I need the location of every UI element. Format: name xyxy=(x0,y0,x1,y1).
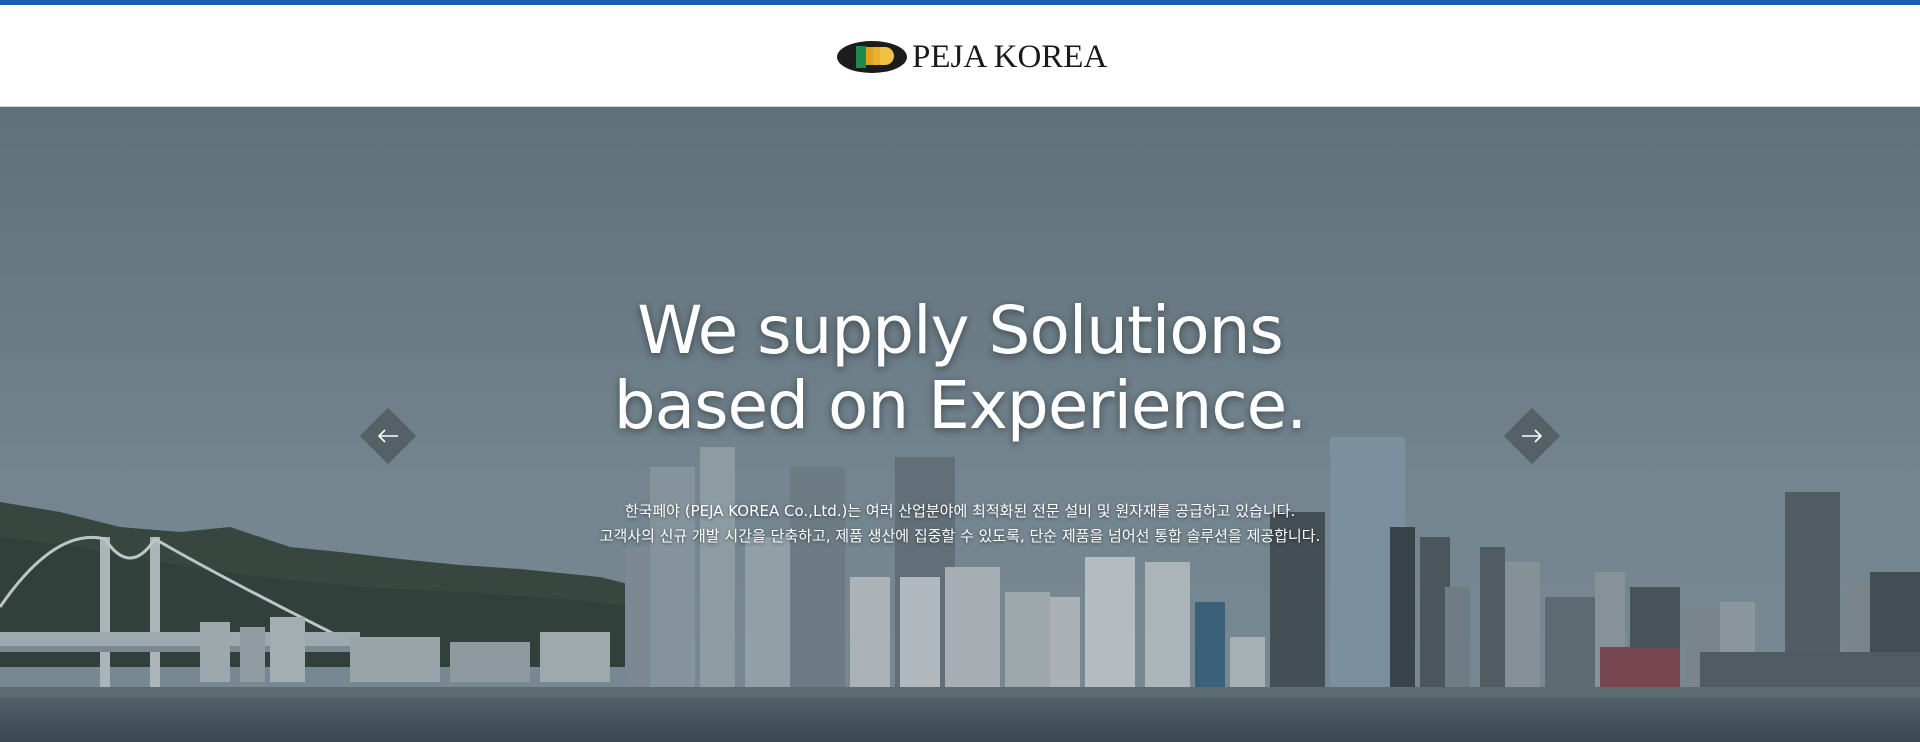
site-header: PEJA KOREA xyxy=(0,5,1920,107)
hero-title-line-2: based on Experience. xyxy=(613,367,1307,444)
hero-title-line-1: We supply Solutions xyxy=(637,292,1284,369)
arrow-left-icon xyxy=(368,416,408,456)
slider-prev-button[interactable] xyxy=(359,407,417,465)
brand-logo[interactable]: PEJA KOREA xyxy=(836,35,1107,79)
arrow-right-icon xyxy=(1512,416,1552,456)
hero-description: 한국페야 (PEJA KOREA Co.,Ltd.)는 여러 산업분야에 최적화… xyxy=(460,499,1460,549)
hero-slider: We supply Solutions based on Experience.… xyxy=(0,107,1920,742)
peja-oval-logo-icon xyxy=(837,41,907,73)
slider-next-button[interactable] xyxy=(1503,407,1561,465)
brand-name: PEJA KOREA xyxy=(912,38,1108,75)
hero-description-line-2: 고객사의 신규 개발 시간을 단축하고, 제품 생산에 집중할 수 있도록, 단… xyxy=(599,527,1321,545)
hero-title: We supply Solutions based on Experience. xyxy=(460,293,1460,443)
hero-description-line-1: 한국페야 (PEJA KOREA Co.,Ltd.)는 여러 산업분야에 최적화… xyxy=(624,502,1296,520)
